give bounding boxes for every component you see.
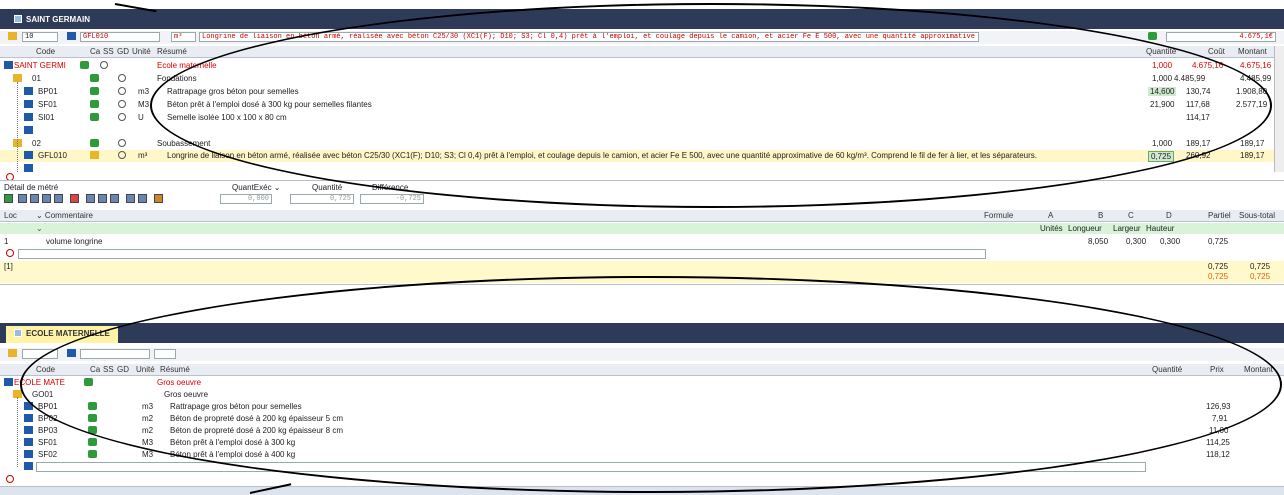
recycle-icon (118, 74, 126, 82)
col-unite[interactable]: Unité (132, 47, 151, 56)
item-status-icon (90, 100, 99, 108)
quantexec-input[interactable]: 0,000 (220, 194, 272, 204)
copy-icon[interactable] (98, 194, 107, 203)
delete-icon[interactable] (6, 249, 14, 257)
item-icon (24, 151, 33, 159)
item-icon (24, 438, 33, 446)
amount-input[interactable]: 4.675,1€ (1166, 32, 1276, 42)
metre-new-line[interactable] (0, 248, 1284, 260)
sort-icon[interactable] (18, 194, 27, 203)
col-ss[interactable]: SS (103, 47, 114, 56)
item-status-icon (88, 450, 97, 458)
level-input[interactable]: 10 (22, 32, 58, 42)
delete-line-icon[interactable] (70, 194, 79, 203)
col-resume[interactable]: Résumé (157, 47, 187, 56)
top-table-scrollbar[interactable] (1274, 46, 1284, 172)
metre-header: Loc ⌄ Commentaire Formule A B C D Partie… (0, 210, 1284, 222)
level-icon[interactable] (8, 32, 17, 40)
item-icon (24, 100, 33, 108)
add-line-icon[interactable] (4, 194, 13, 203)
document-icon (14, 329, 22, 337)
annotation-ellipse-top (150, 3, 1272, 208)
level-icon[interactable] (8, 349, 17, 357)
recycle-icon (118, 139, 126, 147)
item-icon (24, 414, 33, 422)
item-icon (24, 462, 33, 470)
metre-line-input[interactable] (18, 249, 986, 259)
col-gd[interactable]: GD (117, 47, 129, 56)
recycle-icon (118, 87, 126, 95)
paste-icon[interactable] (110, 194, 119, 203)
chevron-down-icon[interactable]: ⌄ (36, 224, 43, 233)
item-icon (24, 426, 33, 434)
item-icon (24, 450, 33, 458)
root-icon (4, 61, 13, 69)
item-status-icon (88, 438, 97, 446)
chapter-icon (90, 139, 99, 147)
chapter-icon (90, 74, 99, 82)
export-icon[interactable] (138, 194, 147, 203)
item-icon (24, 87, 33, 95)
outdent-icon[interactable] (42, 194, 51, 203)
folder-icon (13, 74, 22, 82)
metre-subheader: ⌄ Unités Longueur Largeur Hauteur (0, 223, 1284, 234)
calculator-icon[interactable] (1148, 32, 1157, 40)
metre-line[interactable]: 1 volume longrine 8,050 0,300 0,300 0,72… (0, 236, 1284, 248)
recycle-icon (118, 151, 126, 159)
settings-icon[interactable] (154, 194, 163, 203)
metre-title: Détail de métré (4, 183, 59, 192)
root-icon (4, 378, 13, 386)
col-ca[interactable]: Ca (90, 47, 100, 56)
document-icon (14, 15, 22, 23)
item-icon (24, 126, 33, 134)
item-status-icon (90, 113, 99, 121)
annotation-ellipse-bottom (20, 276, 1282, 493)
chapter-icon (80, 61, 89, 69)
difference-input[interactable]: -0,725 (360, 194, 424, 204)
tree-line (17, 397, 18, 467)
col-cout[interactable]: Coût (1208, 47, 1225, 56)
recycle-icon (118, 113, 126, 121)
item-status-icon (90, 87, 99, 95)
code-input[interactable]: GFL010 (80, 32, 160, 42)
indent-icon[interactable] (30, 194, 39, 203)
quantite-label: Quantité (312, 183, 343, 192)
import-icon[interactable] (126, 194, 135, 203)
unit-input[interactable]: m³ (171, 32, 196, 42)
edit-icon (90, 151, 99, 159)
delete-icon[interactable] (6, 475, 14, 483)
item-icon (24, 113, 33, 121)
recycle-icon (100, 61, 108, 69)
quantite-input[interactable]: 0,725 (290, 194, 354, 204)
top-window-tab[interactable]: SAINT GERMAIN (6, 12, 98, 29)
col-montant[interactable]: Montant (1238, 47, 1267, 56)
table-icon[interactable] (54, 194, 63, 203)
item-icon (24, 164, 33, 172)
col-code[interactable]: Code (36, 47, 55, 56)
tree-line (17, 82, 18, 172)
recycle-icon (118, 100, 126, 108)
quantexec-label[interactable]: QuantExéc ⌄ (232, 183, 281, 192)
concept-type-icon[interactable] (67, 32, 76, 40)
cut-icon[interactable] (86, 194, 95, 203)
